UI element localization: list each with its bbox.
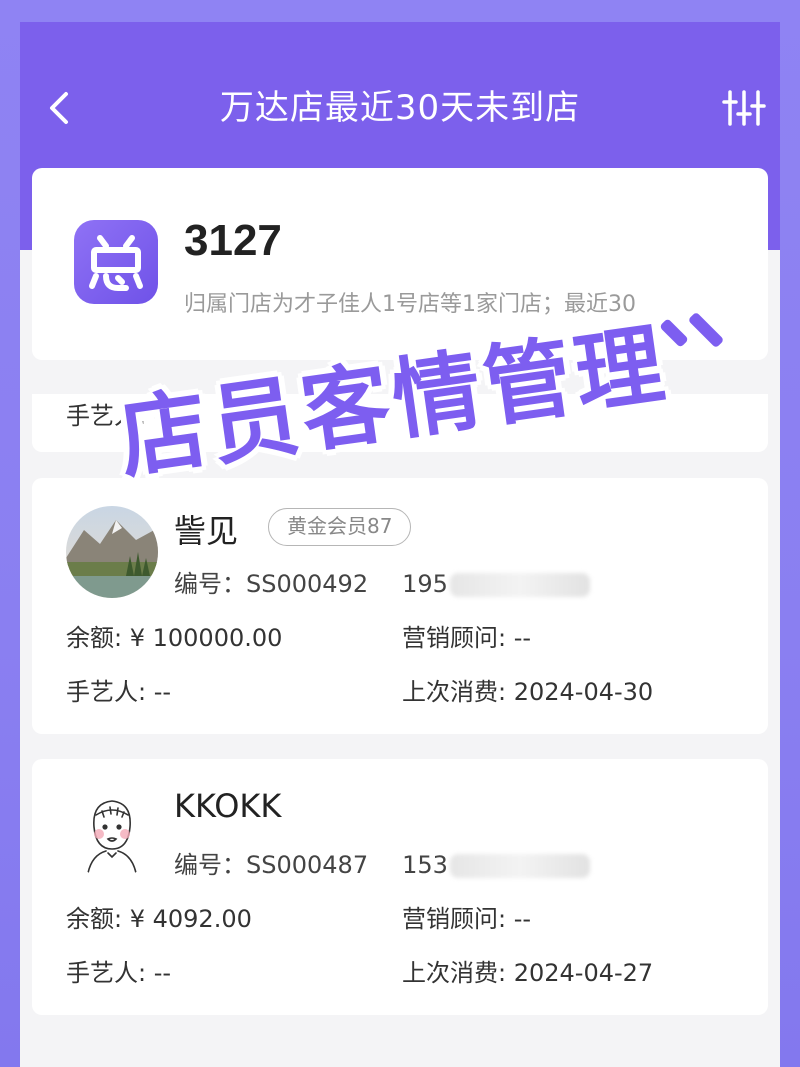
craftsman-field: 手艺人: -- xyxy=(66,678,172,706)
filter-button[interactable] xyxy=(722,88,766,128)
member-id-line: 编号：SS000492 195 xyxy=(174,564,590,599)
craftsman-field: 手艺人: -- xyxy=(66,959,172,987)
balance-field: 余额: ¥ 100000.00 xyxy=(66,624,283,652)
balance-field: 余额: ¥ 4092.00 xyxy=(66,905,252,933)
member-id-label: 编号： xyxy=(174,570,246,598)
last-visit-field: 上次消费: 2024-04-30 xyxy=(402,678,654,706)
member-count: 3127 xyxy=(184,216,282,265)
member-id-label: 编号： xyxy=(174,851,246,879)
phone-blur-mask xyxy=(449,854,590,878)
member-card[interactable]: KKOKK 编号：SS000487 153 余额: ¥ 4092.00 营销顾问:… xyxy=(32,759,768,1015)
member-card[interactable]: 訾见 黄金会员87 编号：SS000492 195 余额: ¥ 100000.00… xyxy=(32,478,768,734)
phone-prefix: 195 xyxy=(402,570,448,598)
consultant-field: 营销顾问: -- xyxy=(402,624,532,652)
phone-prefix: 153 xyxy=(402,851,448,879)
avatar xyxy=(66,787,158,879)
phone-blur-mask xyxy=(449,573,590,597)
avatar xyxy=(66,506,158,598)
member-id-line: 编号：SS000487 153 xyxy=(174,845,590,880)
member-id: SS000492 xyxy=(246,570,369,598)
level-badge: 黄金会员87 xyxy=(268,508,412,546)
member-name: KKOKK xyxy=(174,787,282,825)
member-id: SS000487 xyxy=(246,851,369,879)
chevron-left-icon xyxy=(50,92,68,124)
member-name: 訾见 xyxy=(174,512,239,550)
sliders-icon xyxy=(722,90,766,126)
nav-bar: 万达店最近30天未到店 xyxy=(20,74,780,144)
phone-screen: 万达店最近30天未到店 3127 归属门店为才子佳人1号店等1家门店；最近30 … xyxy=(20,22,780,1067)
consultant-field: 营销顾问: -- xyxy=(402,905,532,933)
back-button[interactable] xyxy=(40,86,80,130)
page-title: 万达店最近30天未到店 xyxy=(219,88,581,128)
total-icon xyxy=(74,220,158,304)
last-visit-field: 上次消费: 2024-04-27 xyxy=(402,959,654,987)
